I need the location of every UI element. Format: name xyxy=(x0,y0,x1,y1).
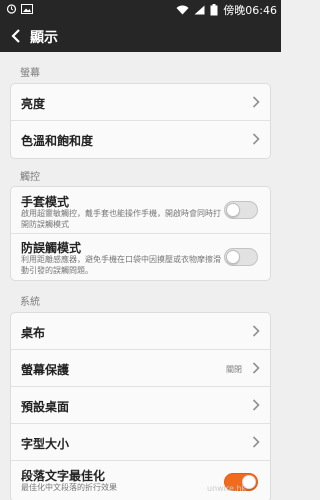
clock-time: 傍晚06:46 xyxy=(223,4,277,17)
back-arrow-icon xyxy=(11,29,20,43)
screensaver-value: 關閉 xyxy=(226,365,242,374)
settings-item-label: 字型大小 xyxy=(21,437,70,451)
settings-item-wallpaper[interactable]: 桌布 xyxy=(11,313,270,350)
chevron-right-icon xyxy=(252,362,260,374)
image-notification-icon xyxy=(21,3,33,14)
settings-item-label: 螢幕保護 xyxy=(21,363,70,377)
settings-item-paragraph-optimization[interactable]: 段落文字最佳化 最佳化中文段落的折行效果 xyxy=(11,461,270,500)
touch-settings-card: 手套模式 啟用超靈敏觸控，戴手套也能操作手機，開啟時會同時打開防誤觸模式 防誤觸… xyxy=(10,186,271,281)
chevron-right-icon xyxy=(252,96,260,108)
status-bar: 傍晚06:46 xyxy=(0,0,281,20)
glove-mode-toggle[interactable] xyxy=(224,201,258,219)
toggle-knob xyxy=(226,203,240,217)
chevron-right-icon xyxy=(252,325,260,337)
settings-item-label: 色溫和飽和度 xyxy=(21,134,94,148)
battery-icon xyxy=(210,4,218,16)
settings-item-screensaver[interactable]: 螢幕保護 關閉 xyxy=(11,350,270,387)
settings-item-description: 最佳化中文段落的折行效果 xyxy=(21,483,117,492)
screen-settings-card: 亮度 色溫和飽和度 xyxy=(10,83,271,159)
app-bar: 顯示 xyxy=(0,20,281,52)
settings-item-font-size[interactable]: 字型大小 xyxy=(11,424,270,461)
settings-item-brightness[interactable]: 亮度 xyxy=(11,84,270,121)
page-title: 顯示 xyxy=(30,30,58,46)
chevron-right-icon xyxy=(252,133,260,145)
settings-item-accidental-touch[interactable]: 防誤觸模式 利用距離感應器，避免手機在口袋中因摸壓或衣物摩擦滑動引發的誤觸問題。 xyxy=(11,234,270,280)
section-header-touch: 觸控 xyxy=(20,172,40,183)
chevron-right-icon xyxy=(252,399,260,411)
watermark: unwire.hk xyxy=(207,484,247,493)
system-settings-card: 桌布 螢幕保護 關閉 預設桌面 字型大小 段落文字最佳化 最佳化中文段落的折行效… xyxy=(10,312,271,500)
settings-item-description: 啟用超靈敏觸控，戴手套也能操作手機，開啟時會同時打開防誤觸模式 xyxy=(21,209,221,229)
toggle-knob xyxy=(226,250,240,264)
wifi-icon xyxy=(176,5,189,15)
section-header-system: 系統 xyxy=(20,297,40,308)
settings-item-label: 預設桌面 xyxy=(21,400,70,414)
settings-item-glove-mode[interactable]: 手套模式 啟用超靈敏觸控，戴手套也能操作手機，開啟時會同時打開防誤觸模式 xyxy=(11,187,270,234)
settings-item-label: 亮度 xyxy=(21,97,46,111)
chevron-right-icon xyxy=(252,436,260,448)
signal-icon xyxy=(194,5,205,15)
settings-item-label: 桌布 xyxy=(21,326,46,340)
settings-item-default-home[interactable]: 預設桌面 xyxy=(11,387,270,424)
settings-item-description: 利用距離感應器，避免手機在口袋中因摸壓或衣物摩擦滑動引發的誤觸問題。 xyxy=(21,255,221,275)
settings-item-color-temperature[interactable]: 色溫和飽和度 xyxy=(11,121,270,158)
section-header-screen: 螢幕 xyxy=(20,68,40,79)
accidental-touch-toggle[interactable] xyxy=(224,248,258,266)
alarm-icon xyxy=(6,3,17,14)
back-button[interactable] xyxy=(6,26,26,46)
